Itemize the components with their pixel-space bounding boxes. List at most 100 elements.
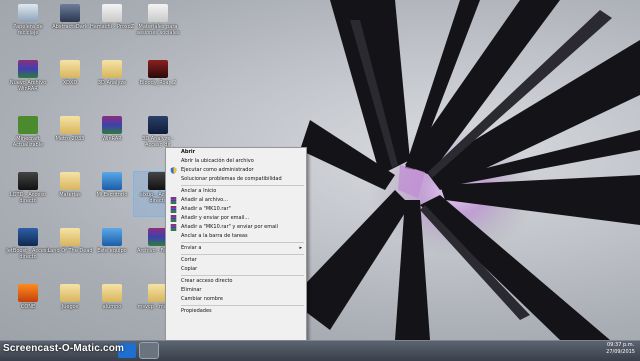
menu-separator <box>181 254 304 255</box>
taskbar-app-icon[interactable] <box>139 342 159 359</box>
desktop-icon-recycle-bin[interactable]: Papelera de reciclaje <box>4 4 52 48</box>
winrar-icon <box>18 60 38 78</box>
desktop-icon-este-equipo[interactable]: Este equipo <box>88 228 136 272</box>
menu-item-label: Cortar <box>181 257 197 263</box>
menu-item-enviar-a[interactable]: Enviar a ▸ <box>166 244 306 253</box>
icon-label: Papelera de reciclaje <box>13 24 43 36</box>
icon-label: Materiales para sesiones sociales <box>136 24 180 36</box>
winrar-icon <box>170 215 177 222</box>
game-icon <box>148 60 168 78</box>
menu-item-label: Eliminar <box>181 287 202 293</box>
desktop-icon-land-of-the-dead[interactable]: Land Of The Dead <box>46 228 94 272</box>
icon-label: Minecraft Actualizable <box>12 136 44 148</box>
jetboost-icon <box>18 228 38 246</box>
menu-item-label: Propiedades <box>181 308 212 314</box>
folder-icon <box>60 172 80 190</box>
menu-separator <box>181 185 304 186</box>
desktop-icon-materias[interactable]: Materias <box>46 172 94 216</box>
menu-item-anadir-email[interactable]: Añadir y enviar por email... <box>166 214 306 223</box>
icon-label: 3D Analyze <box>97 80 127 86</box>
menu-item-propiedades[interactable]: Propiedades <box>166 307 306 316</box>
folder-icon <box>60 60 80 78</box>
menu-item-anadir-mk10[interactable]: Añadir a "MK10.rar" <box>166 205 306 214</box>
desktop-icon-juegos[interactable]: Juegos <box>46 284 94 328</box>
menu-item-cambiar-nombre[interactable]: Cambiar nombre <box>166 295 306 304</box>
desktop-icon-lotd[interactable]: LOTD - Acceso directo <box>4 172 52 216</box>
desktop-icon-hamachi[interactable]: Hamachi - ProxoZ <box>88 4 136 48</box>
desktop-icon-bloody-roar[interactable]: Bloody_Roar_2 <box>134 60 182 104</box>
icon-label: Materias <box>59 192 81 198</box>
menu-item-label: Abrir <box>181 149 196 155</box>
icon-label: Juegos <box>61 304 79 310</box>
folder-icon <box>102 284 122 302</box>
menu-item-label: Añadir al archivo... <box>181 197 228 203</box>
menu-item-anadir-archivo[interactable]: Añadir al archivo... <box>166 196 306 205</box>
icon-label: CONE <box>20 304 36 310</box>
context-menu: Abrir Abrir la ubicación del archivo Eje… <box>165 147 307 340</box>
menu-item-copiar[interactable]: Copiar <box>166 265 306 274</box>
menu-item-label: Abrir la ubicación del archivo <box>181 158 254 164</box>
icon-label: LOTD - Acceso directo <box>9 192 46 204</box>
computer-icon <box>102 228 122 246</box>
clock-date: 27/09/2015 <box>606 349 635 355</box>
folder-icon <box>102 60 122 78</box>
icon-label: XDXD <box>62 80 78 86</box>
icon-label: Nuevo Archivo WinRAR <box>9 80 47 92</box>
desktop-icon-xdxd[interactable]: XDXD <box>46 60 94 104</box>
winrar-icon <box>102 116 122 134</box>
menu-item-anadir-mk10-email[interactable]: Añadir a "MK10.rar" y enviar por email <box>166 223 306 232</box>
menu-item-anclar-barra[interactable]: Anclar a la barra de tareas <box>166 232 306 241</box>
menu-item-solucionar[interactable]: Solucionar problemas de compatibilidad <box>166 175 306 184</box>
menu-item-eliminar[interactable]: Eliminar <box>166 286 306 295</box>
icon-label: Hamachi - ProxoZ <box>89 24 135 30</box>
desktop-icon-nuevo-winrar[interactable]: Nuevo Archivo WinRAR <box>4 60 52 104</box>
minecraft-icon <box>18 116 38 134</box>
document-icon <box>148 4 168 22</box>
desktop-icon-3d-analyze-folder[interactable]: 3D Analyze <box>88 60 136 104</box>
game-icon <box>18 172 38 190</box>
desktop-icon-alumno[interactable]: alumno <box>88 284 136 328</box>
menu-item-abrir-ubicacion[interactable]: Abrir la ubicación del archivo <box>166 157 306 166</box>
desktop-icon-abstractsdark[interactable]: AbstractsDark <box>46 4 94 48</box>
recycle-bin-icon <box>18 4 38 22</box>
menu-item-label: Añadir a "MK10.rar" y enviar por email <box>181 224 278 230</box>
image-icon <box>60 4 80 22</box>
clock-time: 09:37 p.m. <box>606 342 635 348</box>
desktop-icon-minecraft[interactable]: Minecraft Actualizable <box>4 116 52 160</box>
menu-item-label: Solucionar problemas de compatibilidad <box>181 176 282 182</box>
submenu-arrow-icon: ▸ <box>299 245 302 251</box>
3d-analyze-icon <box>148 116 168 134</box>
menu-item-cortar[interactable]: Cortar <box>166 256 306 265</box>
menu-item-crear-acceso[interactable]: Crear acceso directo <box>166 277 306 286</box>
menu-item-label: Enviar a <box>181 245 202 251</box>
cone-icon <box>18 284 38 302</box>
menu-item-ejecutar-admin[interactable]: Ejecutar como administrador <box>166 166 306 175</box>
desktop-icon-materiales[interactable]: Materiales para sesiones sociales <box>134 4 182 48</box>
menu-item-label: Anclar a Inicio <box>181 188 217 194</box>
menu-separator <box>181 242 304 243</box>
icon-label: Land Of The Dead <box>47 248 93 254</box>
menu-separator <box>181 275 304 276</box>
document-icon <box>102 4 122 22</box>
icon-label: Mi Escritorio <box>96 192 128 198</box>
taskbar-clock[interactable]: 09:37 p.m. 27/09/2015 <box>606 342 635 356</box>
menu-item-label: Cambiar nombre <box>181 296 223 302</box>
icon-label: Este equipo <box>97 248 127 254</box>
menu-item-abrir[interactable]: Abrir <box>166 148 306 157</box>
winrar-icon <box>170 206 177 213</box>
menu-item-label: Copiar <box>181 266 198 272</box>
desktop-icon-metro-2033[interactable]: Metro 2033 <box>46 116 94 160</box>
desktop-icon-mi-escritorio[interactable]: Mi Escritorio <box>88 172 136 216</box>
menu-item-label: Añadir a "MK10.rar" <box>181 206 231 212</box>
desktop[interactable]: Papelera de reciclaje AbstractsDark Hama… <box>0 0 640 340</box>
desktop-icon-winrar[interactable]: WinRAR <box>88 116 136 160</box>
winrar-icon <box>170 197 177 204</box>
desktop-icon-jetboost[interactable]: JetBoost - Acceso directo <box>4 228 52 272</box>
desktop-icon-cone[interactable]: CONE <box>4 284 52 328</box>
menu-item-anclar-inicio[interactable]: Anclar a Inicio <box>166 187 306 196</box>
icon-label: Bloody_Roar_2 <box>139 80 177 86</box>
icon-label: AbstractsDark <box>52 24 88 30</box>
icon-label: Metro 2033 <box>55 136 85 142</box>
menu-item-label: Añadir y enviar por email... <box>181 215 250 221</box>
menu-item-label: Anclar a la barra de tareas <box>181 233 248 239</box>
